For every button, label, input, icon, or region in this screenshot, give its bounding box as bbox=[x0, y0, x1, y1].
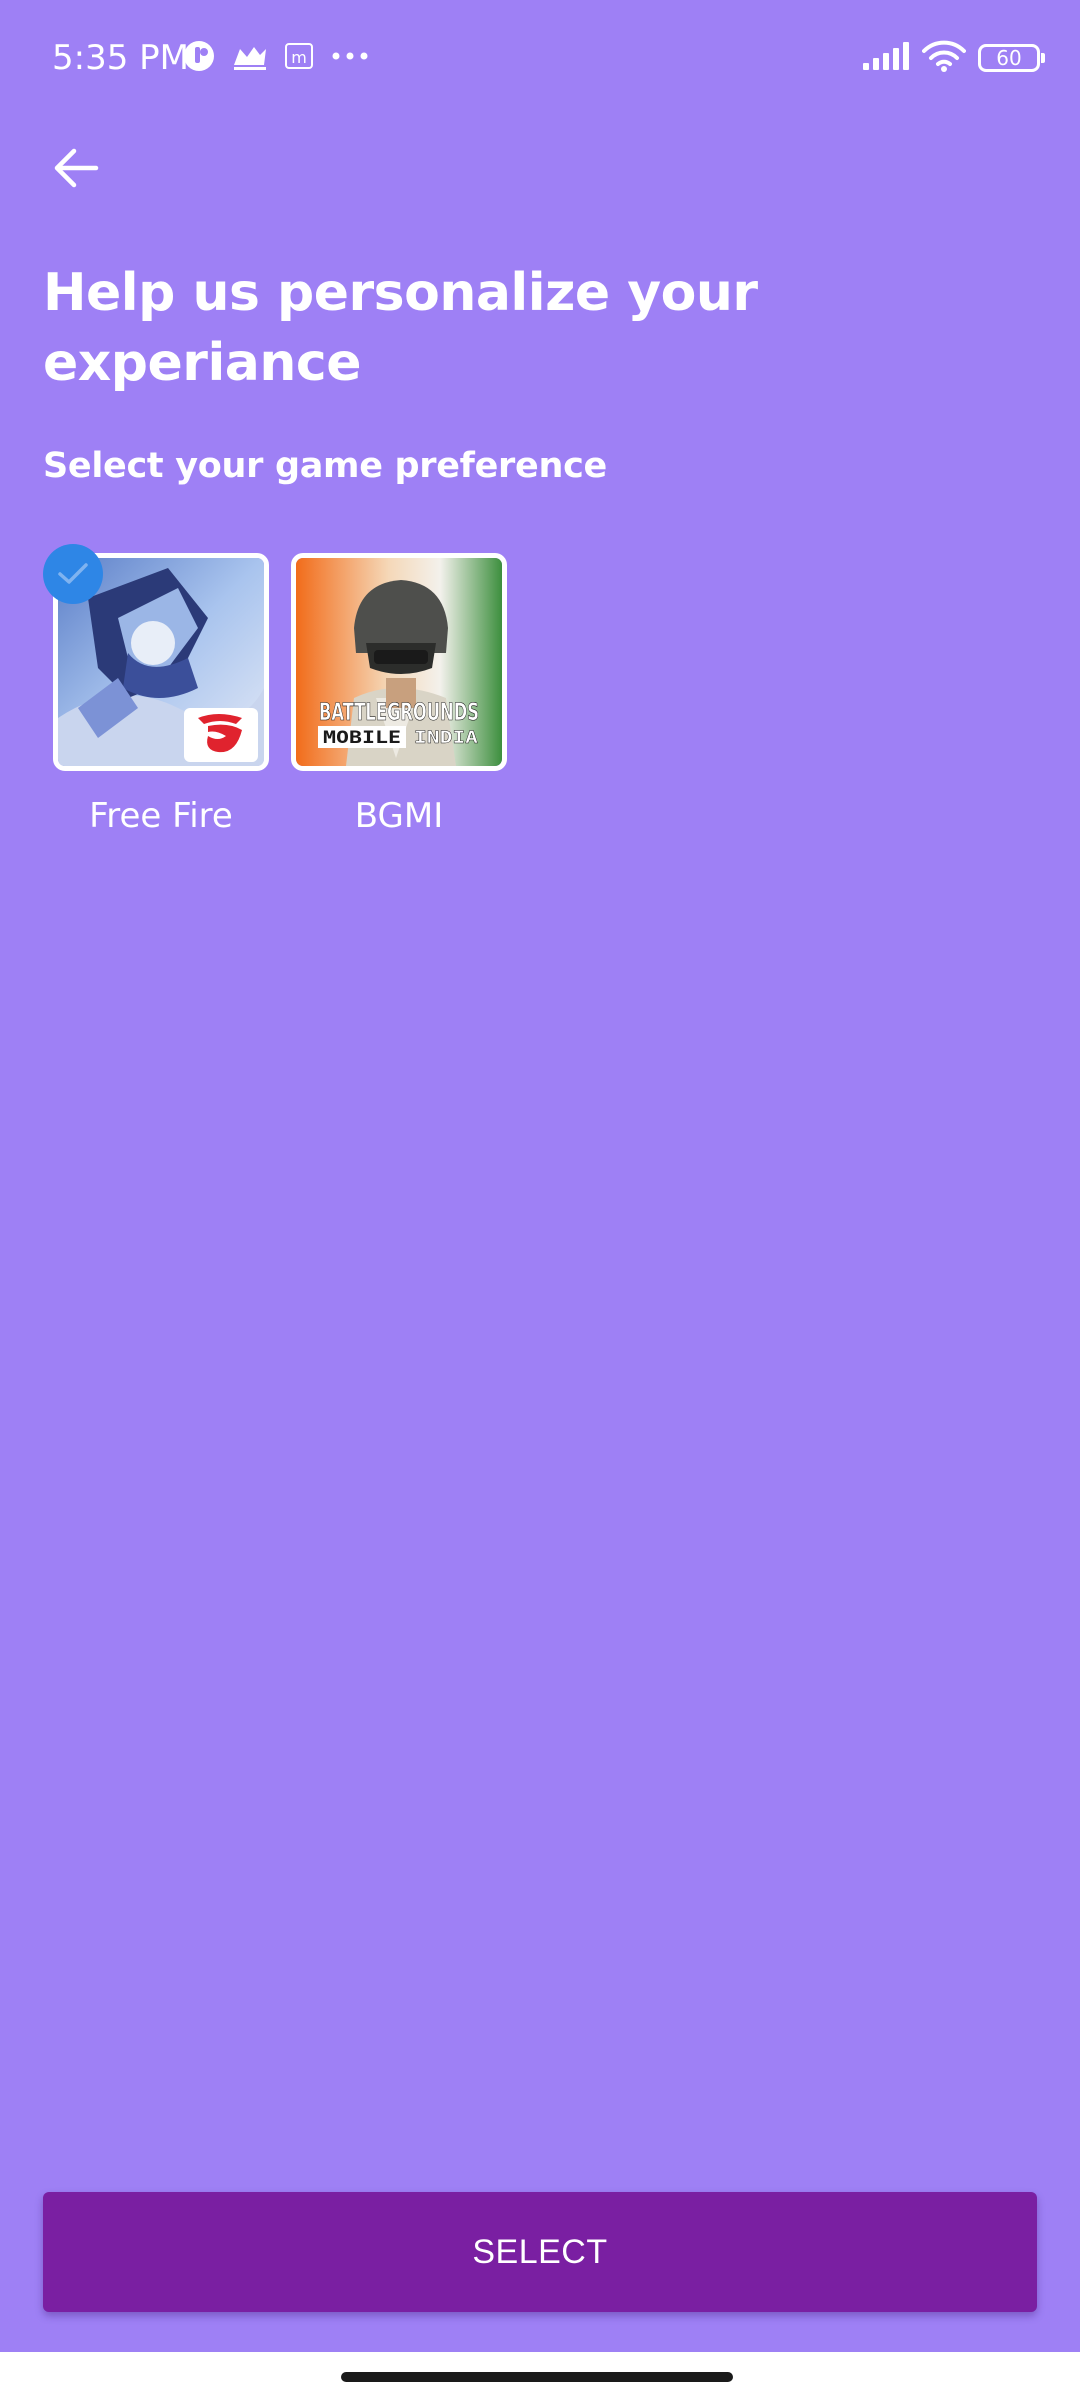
app-notification-icon bbox=[182, 39, 216, 78]
bgmi-thumbnail: BATTLEGROUNDS MOBILE INDIA bbox=[291, 553, 507, 771]
check-icon bbox=[58, 563, 88, 584]
wifi-icon bbox=[922, 40, 966, 77]
selected-check-badge bbox=[43, 544, 103, 604]
home-indicator[interactable] bbox=[341, 2372, 733, 2382]
crown-icon bbox=[232, 41, 268, 76]
status-icons-left: m bbox=[182, 38, 386, 78]
bgmi-logo-india: INDIA bbox=[414, 728, 478, 748]
m-app-icon: m bbox=[284, 41, 314, 76]
arrow-back-icon bbox=[54, 148, 99, 188]
battery-icon: 60 bbox=[978, 44, 1045, 72]
section-label: Select your game preference bbox=[43, 446, 607, 486]
status-time: 5:35 PM bbox=[52, 38, 189, 78]
svg-text:m: m bbox=[291, 48, 307, 67]
signal-icon bbox=[862, 41, 910, 76]
page-title: Help us personalize your experiance bbox=[43, 263, 758, 393]
back-button[interactable] bbox=[44, 136, 108, 200]
more-dots-icon bbox=[330, 49, 370, 67]
game-card-bgmi[interactable]: BATTLEGROUNDS MOBILE INDIA bbox=[291, 553, 507, 771]
status-bar: 5:35 PM m 60 bbox=[0, 0, 1080, 116]
bgmi-logo-title: BATTLEGROUNDS bbox=[319, 698, 479, 726]
bgmi-artwork: BATTLEGROUNDS MOBILE INDIA bbox=[296, 558, 502, 766]
select-button[interactable]: SELECT bbox=[43, 2192, 1037, 2312]
game-name-free-fire: Free Fire bbox=[89, 796, 233, 836]
game-name-bgmi: BGMI bbox=[354, 796, 444, 836]
bgmi-logo-mobile: MOBILE bbox=[323, 728, 401, 748]
status-icons-right: 60 bbox=[850, 38, 1045, 78]
